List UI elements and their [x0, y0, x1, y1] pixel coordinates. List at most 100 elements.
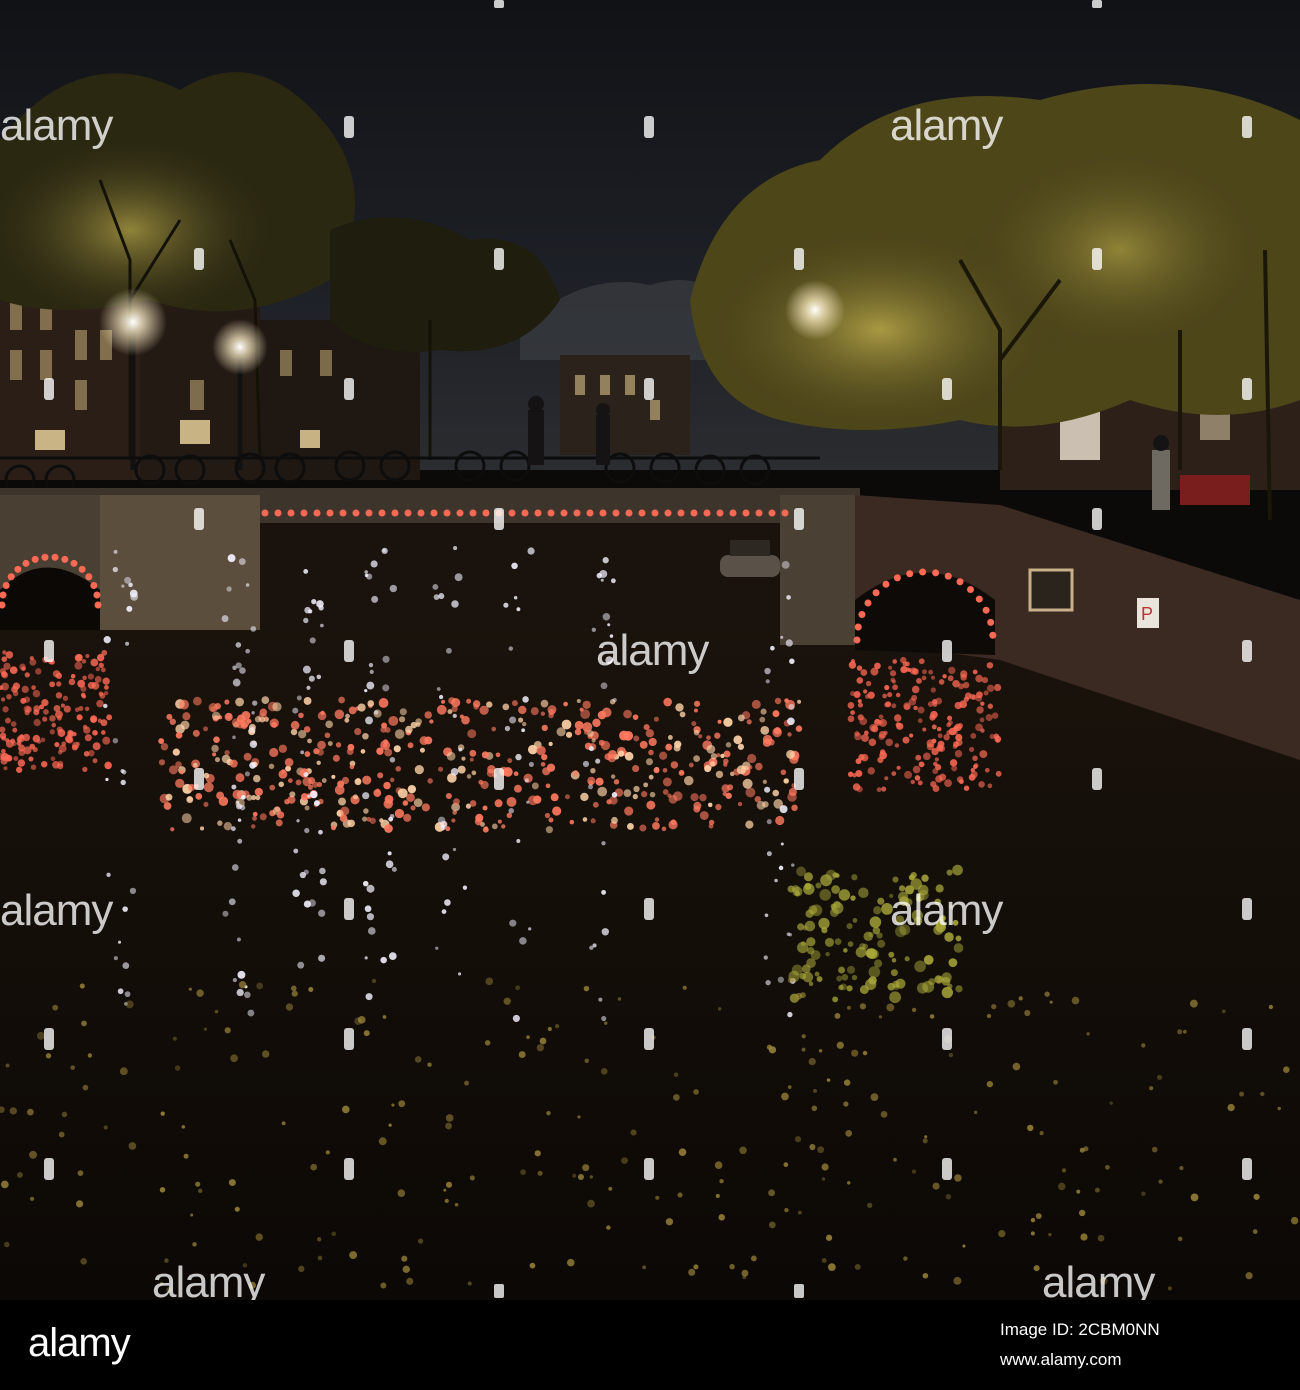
leaf — [82, 1084, 89, 1091]
leaf — [1179, 1166, 1184, 1171]
light-reflection — [383, 781, 391, 790]
foliage-reflection — [873, 906, 882, 915]
leaf — [1078, 1209, 1086, 1217]
light-reflection — [51, 722, 57, 728]
leaf — [125, 1000, 134, 1009]
light-reflection — [269, 747, 279, 758]
leaf — [801, 1034, 806, 1039]
leaf — [537, 1170, 543, 1176]
light-reflection — [509, 716, 517, 724]
bridge-bulb — [781, 509, 789, 517]
leaf — [1061, 1168, 1067, 1173]
light-reflection — [275, 819, 283, 827]
leaf — [781, 1092, 789, 1101]
leaf — [836, 1041, 844, 1049]
light-reflection — [100, 667, 106, 673]
foliage-reflection — [921, 874, 929, 882]
light-reflection — [450, 767, 459, 776]
light-reflection — [231, 864, 239, 871]
light-reflection — [747, 753, 757, 764]
light-reflection — [611, 792, 618, 798]
light-reflection — [298, 712, 304, 719]
light-reflection — [311, 598, 317, 605]
light-reflection — [693, 700, 701, 707]
light-reflection — [32, 746, 38, 753]
light-reflection — [764, 667, 771, 675]
light-reflection — [297, 961, 305, 969]
light-reflection — [482, 805, 488, 811]
leaf — [30, 1196, 35, 1201]
light-reflection — [884, 776, 889, 781]
light-reflection — [345, 713, 350, 719]
light-reflection — [772, 789, 780, 797]
foliage-reflection — [819, 889, 832, 901]
leaf — [880, 1111, 888, 1118]
leaf — [870, 1093, 879, 1102]
light-reflection — [124, 991, 131, 998]
light-reflection — [673, 744, 681, 752]
light-reflection — [958, 683, 965, 690]
light-reflection — [259, 813, 267, 821]
light-reflection — [663, 697, 672, 707]
foliage-reflection — [955, 985, 963, 993]
leaf — [1260, 1091, 1265, 1097]
bridge-bulb — [967, 585, 975, 593]
light-reflection — [721, 784, 730, 793]
leaf — [1290, 1216, 1299, 1225]
light-reflection — [236, 800, 240, 805]
light-reflection — [304, 827, 310, 834]
leaf — [973, 1110, 978, 1115]
light-reflection — [296, 819, 300, 823]
light-reflection — [518, 717, 524, 723]
foliage-reflection — [859, 985, 869, 995]
light-reflection — [521, 728, 526, 733]
leaf — [188, 987, 192, 991]
light-reflection — [314, 800, 320, 807]
light-reflection — [303, 697, 312, 705]
light-reflection — [327, 741, 333, 746]
foliage-reflection — [847, 965, 856, 974]
light-reflection — [344, 717, 350, 723]
light-reflection — [885, 738, 893, 747]
bridge-bulb — [664, 509, 672, 517]
light-reflection — [576, 698, 581, 704]
light-reflection — [42, 716, 48, 722]
light-reflection — [437, 816, 446, 825]
light-reflection — [733, 735, 743, 745]
bridge-bulb — [612, 509, 620, 517]
light-reflection — [462, 885, 468, 890]
light-reflection — [760, 725, 770, 735]
leaf — [1252, 1229, 1258, 1234]
alamy-logo[interactable]: alamy — [20, 1312, 160, 1376]
light-reflection — [35, 668, 42, 675]
light-reflection — [122, 906, 128, 912]
light-reflection — [944, 779, 952, 788]
light-reflection — [995, 770, 1002, 777]
leaf — [77, 1170, 84, 1177]
light-reflection — [385, 860, 394, 869]
light-reflection — [49, 729, 56, 735]
leaf — [230, 1054, 238, 1063]
site-url[interactable]: www.alamy.com — [1000, 1350, 1122, 1370]
light-reflection — [40, 737, 46, 743]
light-reflection — [684, 775, 694, 786]
light-reflection — [632, 793, 638, 800]
light-reflection — [883, 730, 888, 736]
light-reflection — [779, 805, 788, 814]
leaf — [128, 1142, 137, 1150]
leaf — [1190, 1193, 1199, 1202]
light-reflection — [598, 739, 605, 746]
leaf — [962, 1244, 966, 1248]
light-reflection — [916, 677, 922, 684]
light-reflection — [251, 711, 255, 715]
light-reflection — [881, 786, 887, 792]
light-reflection — [574, 720, 584, 730]
light-reflection — [764, 913, 769, 918]
light-reflection — [103, 636, 111, 644]
bridge-bulb — [703, 509, 711, 517]
light-reflection — [522, 696, 529, 703]
leaf — [1105, 1164, 1110, 1170]
light-reflection — [653, 716, 659, 722]
light-reflection — [232, 678, 241, 687]
light-reflection — [16, 741, 22, 746]
